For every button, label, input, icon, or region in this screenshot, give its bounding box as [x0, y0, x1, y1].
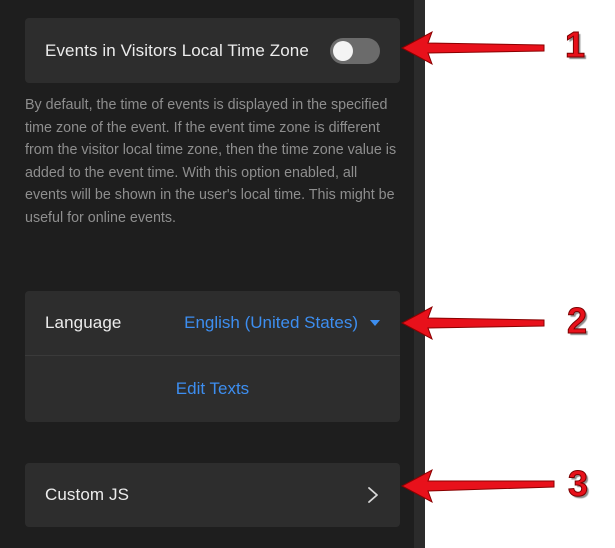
language-card: Language English (United States) Edit Te…	[25, 291, 400, 422]
edit-texts-link[interactable]: Edit Texts	[25, 356, 400, 421]
caret-down-icon	[370, 320, 380, 326]
custom-js-label: Custom JS	[45, 485, 130, 504]
local-time-label: Events in Visitors Local Time Zone	[45, 40, 309, 60]
annotation-number-1: 1	[564, 24, 586, 66]
panel-scrollbar-track[interactable]	[414, 0, 425, 548]
custom-js-card: Custom JS	[25, 463, 400, 527]
local-time-row[interactable]: Events in Visitors Local Time Zone	[25, 18, 400, 83]
language-selected-value: English (United States)	[184, 313, 358, 332]
language-row: Language English (United States)	[25, 291, 400, 356]
local-time-description: By default, the time of events is displa…	[25, 97, 397, 226]
annotation-arrow-3	[400, 468, 555, 504]
annotation-arrow-2	[400, 305, 545, 341]
annotation-number-3: 3	[567, 463, 589, 505]
language-label: Language	[45, 313, 122, 332]
chevron-right-icon	[366, 486, 380, 504]
local-time-card: Events in Visitors Local Time Zone	[25, 18, 400, 83]
language-select[interactable]: English (United States)	[184, 313, 380, 333]
screenshot-root: Events in Visitors Local Time Zone By de…	[0, 0, 615, 548]
annotation-number-2: 2	[566, 300, 588, 342]
annotation-arrow-1	[400, 30, 545, 66]
toggle-knob	[333, 40, 353, 61]
local-time-toggle[interactable]	[330, 37, 380, 64]
custom-js-row[interactable]: Custom JS	[25, 463, 400, 527]
